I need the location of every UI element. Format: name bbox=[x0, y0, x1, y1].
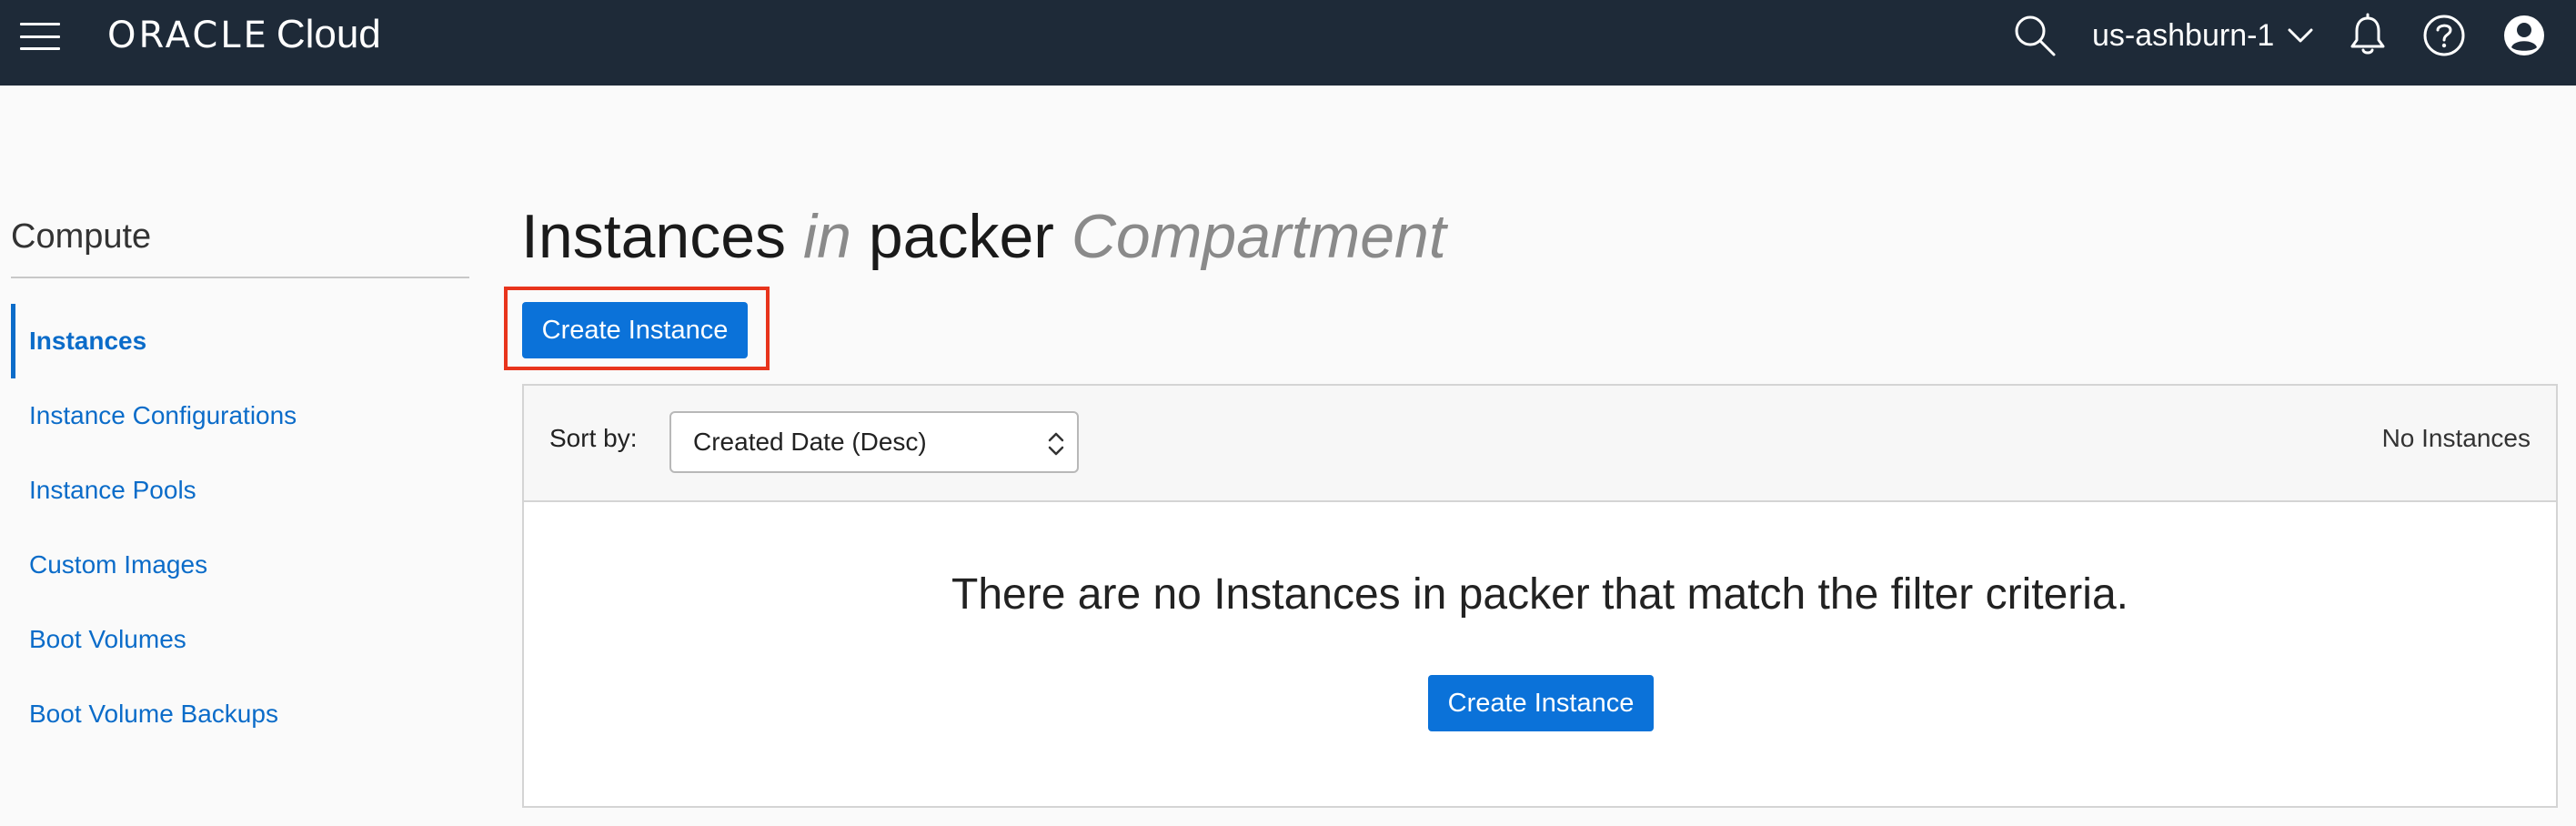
page-title-in: in bbox=[802, 202, 851, 271]
region-label: us-ashburn-1 bbox=[2092, 17, 2275, 53]
sidebar-item-custom-images[interactable]: Custom Images bbox=[0, 528, 473, 602]
page-title-compartment-suffix: Compartment bbox=[1071, 202, 1446, 271]
page-title-compartment-name: packer bbox=[868, 202, 1054, 271]
sidebar-list: Instances Instance Configurations Instan… bbox=[0, 304, 473, 751]
select-caret-icon bbox=[1048, 432, 1064, 456]
sidebar-item-boot-volume-backups[interactable]: Boot Volume Backups bbox=[0, 677, 473, 751]
bell-icon[interactable] bbox=[2345, 13, 2390, 58]
list-toolbar: Sort by: Created Date (Desc) No Instance… bbox=[524, 386, 2556, 502]
empty-state-message: There are no Instances in packer that ma… bbox=[951, 570, 2128, 619]
sidebar-title: Compute bbox=[11, 217, 152, 256]
page-title-resource: Instances bbox=[521, 202, 787, 271]
create-instance-button[interactable]: Create Instance bbox=[522, 302, 748, 358]
page-title: Instances in packer Compartment bbox=[521, 193, 1446, 280]
sidebar: Compute Instances Instance Configuration… bbox=[0, 209, 473, 751]
search-icon[interactable] bbox=[2012, 13, 2058, 58]
sort-label: Sort by: bbox=[549, 424, 638, 452]
empty-state-create-instance-button[interactable]: Create Instance bbox=[1428, 675, 1654, 731]
sidebar-item-boot-volumes[interactable]: Boot Volumes bbox=[0, 602, 473, 677]
sidebar-item-instance-pools[interactable]: Instance Pools bbox=[0, 453, 473, 528]
region-selector[interactable]: us-ashburn-1 bbox=[2092, 15, 2314, 56]
sort-select-value: Created Date (Desc) bbox=[693, 428, 927, 456]
top-navigation-bar: ORACLE Cloud us-ashburn-1 bbox=[0, 0, 2576, 86]
sort-select[interactable]: Created Date (Desc) bbox=[669, 411, 1079, 473]
logo-brand: ORACLE bbox=[107, 15, 269, 56]
oracle-cloud-logo[interactable]: ORACLE Cloud bbox=[107, 11, 381, 58]
user-icon[interactable] bbox=[2501, 13, 2547, 58]
sidebar-divider bbox=[11, 277, 469, 278]
help-icon[interactable] bbox=[2421, 13, 2467, 58]
sidebar-item-instance-configurations[interactable]: Instance Configurations bbox=[0, 378, 473, 453]
menu-icon[interactable] bbox=[20, 20, 60, 53]
sidebar-item-instances[interactable]: Instances bbox=[0, 304, 473, 378]
instances-list-panel: Sort by: Created Date (Desc) No Instance… bbox=[522, 384, 2558, 808]
instance-count-label: No Instances bbox=[2381, 424, 2531, 452]
chevron-down-icon bbox=[2288, 28, 2313, 43]
logo-product: Cloud bbox=[276, 12, 381, 56]
